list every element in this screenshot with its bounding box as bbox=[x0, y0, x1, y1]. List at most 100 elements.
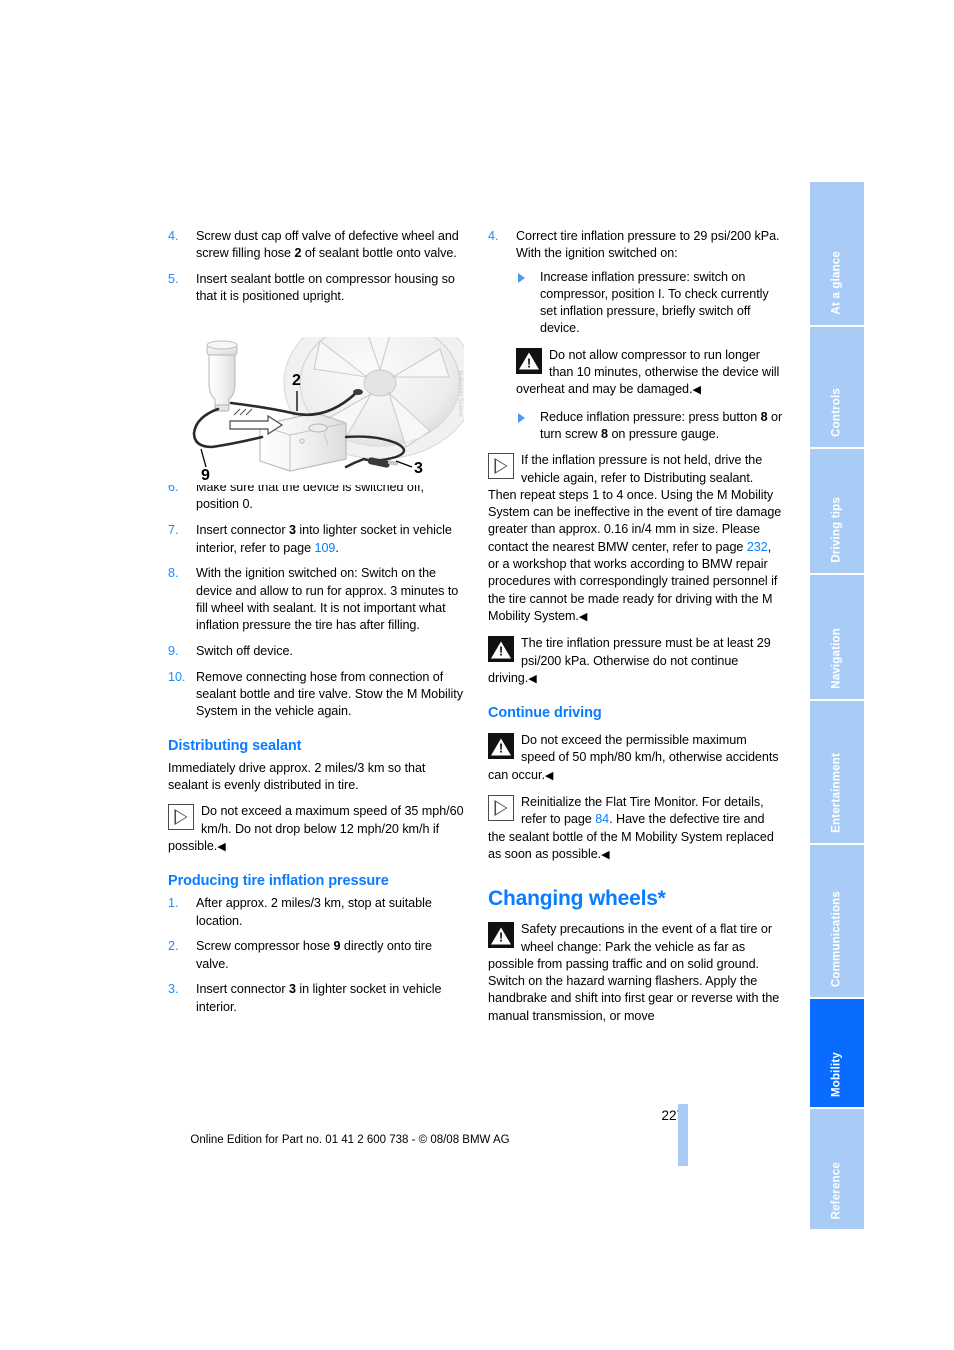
info-triangle-icon bbox=[168, 804, 194, 831]
warning-text: The tire inflation pressure must be at l… bbox=[488, 636, 771, 685]
list-text: Screw compressor hose 9 directly onto ti… bbox=[196, 939, 432, 971]
svg-text:3: 3 bbox=[414, 460, 423, 477]
list-number: 9. bbox=[168, 644, 179, 659]
heading-producing-tire-inflation-pressure: Producing tire inflation pressure bbox=[168, 873, 389, 890]
sub-item-text: Reduce inflation pressure: press button … bbox=[540, 409, 783, 441]
blue-triangle-bullet-icon bbox=[518, 273, 525, 284]
end-of-note-mark: ◀ bbox=[528, 672, 537, 685]
page-cross-reference[interactable]: 109 bbox=[315, 541, 336, 555]
figure-m-mobility-system: 2 3 9 M Mobility System bbox=[168, 337, 464, 485]
list-text: Insert sealant bottle on compressor hous… bbox=[196, 272, 455, 304]
tab-entertainment[interactable]: Entertainment bbox=[810, 701, 864, 843]
info-triangle-icon bbox=[488, 795, 514, 822]
warning-text: Safety precautions in the event of a fla… bbox=[488, 922, 780, 1023]
list-number: 5. bbox=[168, 272, 179, 287]
list-text: Remove connecting hose from connection o… bbox=[196, 669, 463, 719]
right-text-column: 4. Correct tire inflation pressure to 29… bbox=[488, 228, 784, 1034]
info-note-speed: Do not exceed a maximum speed of 35 mph/… bbox=[168, 803, 464, 856]
note-text: If the inflation pressure is not held, d… bbox=[488, 453, 782, 623]
list-item: 7. Insert connector 3 into lighter socke… bbox=[168, 522, 464, 557]
tab-label: Navigation bbox=[830, 628, 843, 689]
list-text: Insert connector 3 into lighter socket i… bbox=[196, 523, 452, 555]
svg-text:2: 2 bbox=[292, 372, 301, 389]
list-item: 10. Remove connecting hose from connecti… bbox=[168, 669, 464, 721]
end-of-note-mark: ◀ bbox=[578, 610, 588, 623]
right-step-list: 4. Correct tire inflation pressure to 29… bbox=[488, 228, 784, 443]
list-text: Screw dust cap off valve of defective wh… bbox=[196, 229, 459, 261]
note-text: Do not exceed a maximum speed of 35 mph/… bbox=[168, 804, 464, 853]
sub-bullet-list: Increase inflation pressure: switch on c… bbox=[516, 269, 784, 338]
heading-changing-wheels: Changing wheels* bbox=[488, 887, 666, 911]
end-of-note-mark: ◀ bbox=[217, 840, 226, 853]
callout-ref: 3 bbox=[288, 523, 296, 538]
warning-compressor-runtime: ! Do not allow compressor to run longer … bbox=[516, 347, 784, 400]
producing-pressure-steps: 1. After approx. 2 miles/3 km, stop at s… bbox=[168, 895, 464, 1016]
tab-navigation[interactable]: Navigation bbox=[810, 575, 864, 699]
warning-text: Do not allow compressor to run longer th… bbox=[516, 347, 780, 397]
list-item: 1. After approx. 2 miles/3 km, stop at s… bbox=[168, 895, 464, 930]
tab-label: Entertainment bbox=[830, 753, 843, 833]
list-text: With the ignition switched on: Switch on… bbox=[196, 566, 459, 633]
list-number: 7. bbox=[168, 523, 179, 538]
tab-label: Communications bbox=[830, 890, 843, 987]
figure-illustration: 2 3 9 bbox=[168, 337, 464, 485]
tab-driving-tips[interactable]: Driving tips bbox=[810, 449, 864, 573]
note-text: Reinitialize the Flat Tire Monitor. For … bbox=[488, 795, 774, 861]
blue-triangle-bullet-icon bbox=[518, 413, 525, 424]
page-number: 227 bbox=[661, 1108, 684, 1123]
tab-label: Driving tips bbox=[830, 497, 843, 563]
sub-bullet-list-2: Reduce inflation pressure: press button … bbox=[516, 409, 784, 444]
list-number: 3. bbox=[168, 982, 179, 997]
list-item: Increase inflation pressure: switch on c… bbox=[516, 269, 784, 338]
list-text: Insert connector 3 in lighter socket in … bbox=[196, 982, 442, 1014]
footer-accent-bar bbox=[678, 1104, 688, 1166]
callout-ref: 3 bbox=[288, 982, 296, 997]
warning-triangle-icon: ! bbox=[488, 922, 514, 949]
tab-reference[interactable]: Reference bbox=[810, 1109, 864, 1229]
tab-label: At a glance bbox=[830, 251, 843, 315]
warning-safety-precautions: ! Safety precautions in the event of a f… bbox=[488, 921, 784, 1025]
warning-triangle-icon: ! bbox=[488, 636, 514, 663]
list-item: 8. With the ignition switched on: Switch… bbox=[168, 565, 464, 634]
footer-edition-note: Online Edition for Part no. 01 41 2 600 … bbox=[190, 1134, 510, 1146]
list-text: Switch off device. bbox=[196, 644, 293, 659]
tab-label: Mobility bbox=[830, 1051, 843, 1097]
page-cross-reference[interactable]: 232 bbox=[747, 540, 768, 554]
heading-continue-driving: Continue driving bbox=[488, 705, 602, 722]
end-of-note-mark: ◀ bbox=[692, 384, 701, 397]
list-item: 5. Insert sealant bottle on compressor h… bbox=[168, 271, 464, 306]
list-item: 3. Insert connector 3 in lighter socket … bbox=[168, 981, 464, 1016]
callout-ref: 8 bbox=[601, 426, 609, 441]
callout-ref: 8 bbox=[760, 409, 768, 424]
manual-page: At a glance Controls Driving tips Naviga… bbox=[0, 0, 954, 1350]
list-text: Correct tire inflation pressure to 29 ps… bbox=[516, 229, 780, 261]
warning-triangle-icon: ! bbox=[516, 347, 542, 374]
steps-after-figure-list: 6. Make sure that the device is switched… bbox=[168, 479, 464, 721]
steps-continued-list: 4. Screw dust cap off valve of defective… bbox=[168, 228, 464, 306]
heading-distributing-sealant: Distributing sealant bbox=[168, 737, 302, 754]
info-note-reinitialize-ftm: Reinitialize the Flat Tire Monitor. For … bbox=[488, 794, 784, 864]
list-item: 4. Correct tire inflation pressure to 29… bbox=[488, 228, 784, 443]
tab-controls[interactable]: Controls bbox=[810, 327, 864, 447]
warning-minimum-pressure: ! The tire inflation pressure must be at… bbox=[488, 635, 784, 688]
svg-text:9: 9 bbox=[201, 467, 210, 484]
section-tab-rail: At a glance Controls Driving tips Naviga… bbox=[810, 182, 864, 1229]
list-item: 9. Switch off device. bbox=[168, 643, 464, 660]
figure-id-caption: M Mobility System bbox=[457, 371, 463, 417]
list-number: 4. bbox=[168, 229, 179, 243]
tab-at-a-glance[interactable]: At a glance bbox=[810, 182, 864, 325]
info-note-pressure-not-held: If the inflation pressure is not held, d… bbox=[488, 452, 784, 626]
sub-item-text: Increase inflation pressure: switch on c… bbox=[540, 269, 769, 336]
list-number: 4. bbox=[488, 229, 499, 243]
end-of-note-mark: ◀ bbox=[601, 848, 610, 861]
warning-max-speed: ! Do not exceed the permissible maximum … bbox=[488, 732, 784, 785]
tab-mobility[interactable]: Mobility bbox=[810, 999, 864, 1107]
list-number: 1. bbox=[168, 896, 179, 911]
warning-text: Do not exceed the permissible maximum sp… bbox=[488, 733, 779, 782]
list-number: 2. bbox=[168, 939, 179, 954]
list-text: After approx. 2 miles/3 km, stop at suit… bbox=[196, 896, 432, 928]
warning-triangle-icon: ! bbox=[488, 733, 514, 760]
tab-label: Controls bbox=[830, 388, 843, 437]
tab-communications[interactable]: Communications bbox=[810, 845, 864, 997]
page-cross-reference[interactable]: 84 bbox=[595, 812, 609, 826]
